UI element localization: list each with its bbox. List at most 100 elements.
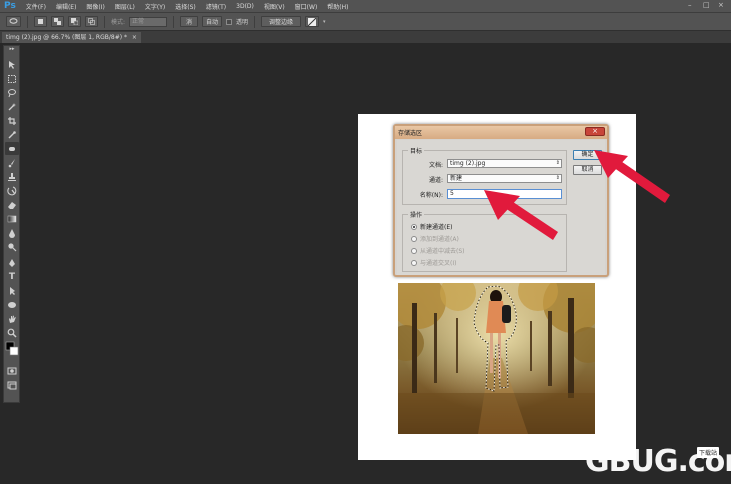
brush-tool-icon[interactable] xyxy=(5,156,19,169)
intersect-selection-button[interactable] xyxy=(85,16,98,27)
select-arrows-icon: ⇕ xyxy=(555,160,560,166)
red-arrow-to-ok-icon xyxy=(594,150,670,203)
auto-button[interactable]: 自动 xyxy=(202,16,223,27)
panel-collapse-icon[interactable]: ▸▸ xyxy=(5,46,19,52)
op-new-channel[interactable]: 新建通道(E) xyxy=(411,222,452,231)
pen-tool-icon[interactable] xyxy=(5,256,19,269)
path-selection-tool-icon[interactable] xyxy=(5,284,19,297)
document-label: 文档: xyxy=(428,162,443,169)
select-arrows-icon: ⇕ xyxy=(555,175,560,181)
operation-group-legend: 操作 xyxy=(408,210,425,219)
tools-panel: ▸▸ T xyxy=(3,45,20,403)
forest-photo-image xyxy=(398,283,595,434)
screen-mode-icon[interactable] xyxy=(5,378,19,391)
zoom-tool-icon[interactable] xyxy=(5,326,19,339)
separator xyxy=(254,15,256,28)
red-arrow-to-name-icon xyxy=(484,190,558,240)
menu-edit[interactable]: 编辑(E) xyxy=(51,2,81,11)
subtract-selection-button[interactable] xyxy=(68,16,81,27)
lasso-preset-icon xyxy=(9,18,18,24)
move-tool-icon[interactable] xyxy=(5,58,19,71)
add-selection-button[interactable] xyxy=(51,16,64,27)
add-selection-icon xyxy=(54,18,61,25)
op-new-channel-label: 新建通道(E) xyxy=(420,224,453,231)
separator xyxy=(173,15,175,28)
radio-icon xyxy=(411,235,417,242)
op-subtract-from-channel: 从通道中减去(S) xyxy=(411,246,465,255)
dialog-title: 存储选区 xyxy=(398,130,423,137)
name-label: 名称(N): xyxy=(419,192,443,199)
lasso-tool-icon[interactable] xyxy=(5,86,19,99)
eyedropper-tool-icon[interactable] xyxy=(5,128,19,141)
tab-close-icon[interactable]: × xyxy=(132,34,137,41)
magic-wand-tool-icon[interactable] xyxy=(5,100,19,113)
menu-file[interactable]: 文件(F) xyxy=(21,2,51,11)
radio-icon xyxy=(411,247,417,254)
history-brush-tool-icon[interactable] xyxy=(5,184,19,197)
radio-icon xyxy=(411,259,417,266)
tool-preset-button[interactable] xyxy=(6,16,21,27)
menu-help[interactable]: 帮助(H) xyxy=(322,2,353,11)
swatch-dropdown-icon[interactable]: ▾ xyxy=(323,19,326,25)
eraser-tool-icon[interactable] xyxy=(5,198,19,211)
clear-button[interactable]: 消 xyxy=(180,16,199,27)
menu-type[interactable]: 文字(Y) xyxy=(140,2,170,11)
type-tool-icon[interactable]: T xyxy=(5,270,19,283)
dodge-tool-icon[interactable] xyxy=(5,240,19,253)
transparency-checkbox[interactable] xyxy=(226,18,233,25)
photoshop-logo: Ps xyxy=(4,1,16,11)
color-swatches-icon[interactable] xyxy=(5,340,19,360)
minimize-button[interactable]: – xyxy=(688,1,692,9)
op-add-to-channel: 添加到通道(A) xyxy=(411,234,459,243)
channel-select[interactable]: 新建 ⇕ xyxy=(447,174,562,183)
op-subtract-label: 从通道中减去(S) xyxy=(420,248,465,255)
subtract-selection-icon xyxy=(71,18,78,25)
op-intersect-channel: 与通道交叉(I) xyxy=(411,258,456,267)
forest-photo xyxy=(398,283,595,434)
watermark: GBUG.com 下载站 xyxy=(585,443,731,479)
clone-stamp-tool-icon[interactable] xyxy=(5,170,19,183)
new-selection-icon xyxy=(38,19,43,24)
gradient-tool-icon[interactable] xyxy=(5,212,19,225)
op-add-to-channel-label: 添加到通道(A) xyxy=(420,236,459,243)
menu-layer[interactable]: 图层(L) xyxy=(110,2,140,11)
intersect-selection-icon xyxy=(88,18,95,25)
swatch-button[interactable] xyxy=(305,16,320,27)
close-window-button[interactable]: × xyxy=(718,1,724,9)
channel-select-value: 新建 xyxy=(450,175,463,182)
document-tab-title: timg (2).jpg @ 66.7% (图层 1, RGB/8#) * xyxy=(6,34,127,41)
hand-tool-icon[interactable] xyxy=(5,312,19,325)
new-selection-button[interactable] xyxy=(34,16,47,27)
healing-brush-tool-icon[interactable] xyxy=(5,142,19,155)
menu-filter[interactable]: 滤镜(T) xyxy=(201,2,231,11)
watermark-badge: 下载站 xyxy=(697,447,720,458)
document-tab-bar: timg (2).jpg @ 66.7% (图层 1, RGB/8#) * × xyxy=(0,31,731,43)
mode-label: 模式: xyxy=(111,19,126,26)
menu-select[interactable]: 选择(S) xyxy=(170,2,201,11)
quick-mask-icon[interactable] xyxy=(5,364,19,377)
dialog-titlebar[interactable]: 存储选区 xyxy=(395,126,607,139)
document-select[interactable]: timg (2).jpg ⇕ xyxy=(447,159,562,168)
op-intersect-label: 与通道交叉(I) xyxy=(420,260,457,267)
shape-tool-icon[interactable] xyxy=(5,298,19,311)
refine-edge-button[interactable]: 调整边缘 xyxy=(261,16,302,27)
mode-select[interactable]: 正常 xyxy=(129,16,168,27)
menu-window[interactable]: 窗口(W) xyxy=(290,2,323,11)
crop-tool-icon[interactable] xyxy=(5,114,19,127)
channel-label: 通道: xyxy=(428,177,443,184)
menu-3d[interactable]: 3D(D) xyxy=(231,3,259,10)
menu-view[interactable]: 视图(V) xyxy=(259,2,290,11)
dialog-close-button[interactable]: × xyxy=(585,127,605,136)
radio-selected-icon xyxy=(411,223,417,230)
separator xyxy=(104,15,105,28)
blur-tool-icon[interactable] xyxy=(5,226,19,239)
marquee-tool-icon[interactable] xyxy=(5,72,19,85)
target-group-legend: 目标 xyxy=(408,146,425,155)
menu-image[interactable]: 图像(I) xyxy=(81,2,109,11)
diagonal-swatch-icon xyxy=(308,17,317,26)
separator xyxy=(27,15,28,28)
document-tab[interactable]: timg (2).jpg @ 66.7% (图层 1, RGB/8#) * × xyxy=(2,32,141,43)
transparency-label: 透明 xyxy=(236,19,249,26)
document-select-value: timg (2).jpg xyxy=(450,160,486,167)
maximize-button[interactable]: □ xyxy=(703,1,710,9)
